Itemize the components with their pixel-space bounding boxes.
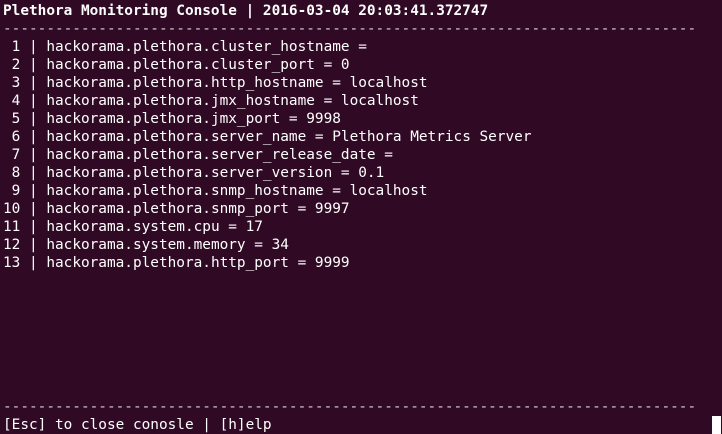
row-divider: | [20,237,47,253]
list-item: 6 | hackorama.plethora.server_name = Ple… [3,128,532,146]
row-divider: | [20,39,47,55]
list-item: 10 | hackorama.plethora.snmp_port = 9997 [3,200,350,218]
list-item: 3 | hackorama.plethora.http_hostname = l… [3,74,428,92]
row-divider: | [20,93,47,109]
row-index: 12 [3,237,21,253]
list-item: 5 | hackorama.plethora.jmx_port = 9998 [3,110,341,128]
row-divider: | [20,219,47,235]
list-item: 1 | hackorama.plethora.cluster_hostname … [3,38,367,56]
row-metric: hackorama.plethora.snmp_port = 9997 [46,201,350,217]
top-separator: ----------------------------------------… [3,21,697,37]
list-item: 4 | hackorama.plethora.jmx_hostname = lo… [3,92,419,110]
row-metric: hackorama.plethora.snmp_hostname = local… [46,183,428,199]
row-metric: hackorama.plethora.jmx_port = 9998 [46,111,341,127]
list-item: 7 | hackorama.plethora.server_release_da… [3,146,393,164]
row-divider: | [20,129,47,145]
row-index: 4 [3,93,21,109]
row-metric: hackorama.plethora.server_version = 0.1 [46,165,385,181]
row-index: 8 [3,165,21,181]
list-item: 11 | hackorama.system.cpu = 17 [3,218,263,236]
row-divider: | [20,183,47,199]
row-metric: hackorama.plethora.jmx_hostname = localh… [46,93,419,109]
list-item: 12 | hackorama.system.memory = 34 [3,236,289,254]
row-index: 11 [3,219,21,235]
row-index: 3 [3,75,21,91]
row-metric: hackorama.plethora.cluster_port = 0 [46,57,350,73]
row-metric: hackorama.system.cpu = 17 [46,219,263,235]
row-metric: hackorama.plethora.http_port = 9999 [46,255,350,271]
row-index: 5 [3,111,21,127]
row-divider: | [20,57,47,73]
row-index: 6 [3,129,21,145]
footer-help-text: [Esc] to close conosle | [h]elp [3,417,272,433]
row-metric: hackorama.plethora.server_name = Plethor… [46,129,532,145]
row-divider: | [20,255,47,271]
row-metric: hackorama.plethora.http_hostname = local… [46,75,428,91]
list-item: 9 | hackorama.plethora.snmp_hostname = l… [3,182,428,200]
row-metric: hackorama.plethora.cluster_hostname = [46,39,367,55]
row-divider: | [20,111,47,127]
terminal-cursor [712,416,721,434]
row-index: 9 [3,183,21,199]
row-divider: | [20,165,47,181]
row-divider: | [20,147,47,163]
row-index: 13 [3,255,21,271]
row-index: 7 [3,147,21,163]
list-item: 8 | hackorama.plethora.server_version = … [3,164,385,182]
row-metric: hackorama.plethora.server_release_date = [46,147,393,163]
bottom-separator: ----------------------------------------… [3,399,697,415]
list-item: 13 | hackorama.plethora.http_port = 9999 [3,254,350,272]
list-item: 2 | hackorama.plethora.cluster_port = 0 [3,56,350,74]
row-metric: hackorama.system.memory = 34 [46,237,289,253]
console-title: Plethora Monitoring Console | 2016-03-04… [3,3,489,19]
row-index: 2 [3,57,21,73]
row-divider: | [20,201,47,217]
row-divider: | [20,75,47,91]
row-index: 10 [3,201,21,217]
row-index: 1 [3,39,21,55]
